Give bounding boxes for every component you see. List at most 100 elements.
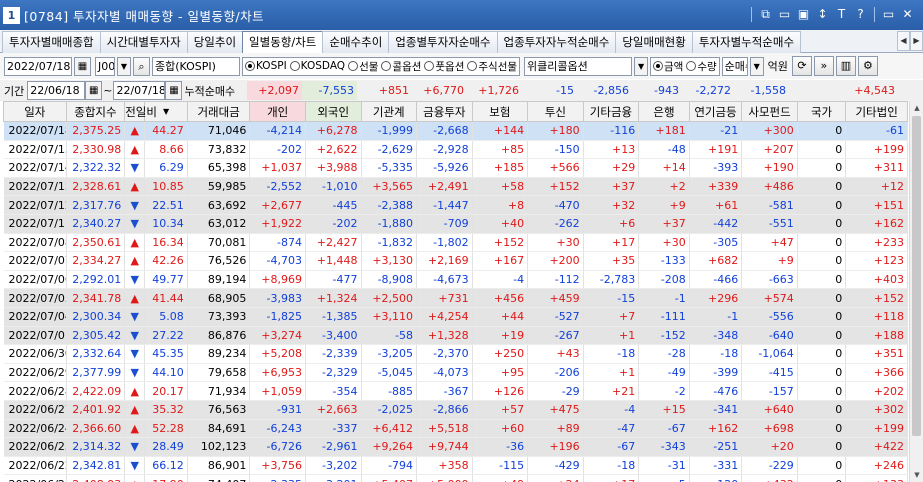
market-radio[interactable]: 풋옵션 [424, 59, 464, 74]
radio-button-icon[interactable] [348, 61, 359, 71]
header-other-financial[interactable]: 기타금융 [582, 101, 640, 122]
chevron-down-icon[interactable]: ▼ [749, 56, 764, 76]
tab-4[interactable]: 일별동향/차트 [242, 31, 324, 54]
radio-button-icon[interactable] [653, 61, 664, 71]
tab-2[interactable]: 시간대별투자자 [99, 31, 188, 53]
radio-button-icon[interactable] [686, 61, 697, 71]
tab-5[interactable]: 순매수추이 [322, 31, 390, 53]
tab-7[interactable]: 업종투자자누적순매수 [496, 31, 617, 53]
table-row[interactable]: 2022/07/12 2,317.76 ▼ 22.51 63,692 +2,677 -445… [3, 195, 908, 215]
header-financial-investment[interactable]: 금융투자 [416, 101, 473, 122]
market-radio[interactable]: KOSPI [245, 60, 287, 72]
chevron-down-icon[interactable]: ▼ [634, 56, 649, 76]
header-foreign[interactable]: 외국인 [304, 101, 362, 122]
header-private-fund[interactable]: 사모펀드 [741, 101, 798, 122]
table-row[interactable]: 2022/07/11 2,340.27 ▼ 10.34 63,012 +1,922 -202… [3, 214, 908, 234]
tab-scroll-right-icon[interactable]: ▶ [910, 31, 923, 51]
mode-select[interactable]: 순매수 [721, 56, 748, 76]
table-row[interactable]: 2022/06/30 2,332.64 ▼ 45.35 89,234 +5,208 -2,3… [3, 344, 908, 364]
table-row[interactable]: 2022/07/13 2,328.61 ▲ 10.85 59,985 -2,552 -1,0… [3, 177, 908, 197]
chevron-down-icon[interactable]: ▼ [117, 56, 131, 76]
font-size-icon[interactable]: T [834, 7, 849, 22]
table-row[interactable]: 2022/07/07 2,334.27 ▲ 42.26 76,526 -4,703 +1,4… [3, 251, 908, 271]
table-row[interactable]: 2022/06/22 2,342.81 ▼ 66.12 86,901 +3,756 -3,2… [3, 456, 908, 476]
radio-button-icon[interactable] [381, 61, 392, 71]
table-cell-change-value: 27.22 [144, 326, 188, 346]
header-other-corporation[interactable]: 기타법인 [845, 101, 908, 122]
window-minimize-icon[interactable]: ▭ [777, 7, 792, 22]
table-row[interactable]: 2022/07/14 2,322.32 ▼ 6.29 65,398 +1,037 +3,98… [3, 158, 908, 178]
header-individual[interactable]: 개인 [249, 101, 306, 122]
investor-daily-table[interactable]: 일자 종합지수 전일비 ▼ 거래대금 개인 외국인 기관계 금융투자 보험 투신 기타금융 은행 연기금등… [3, 101, 908, 482]
table-row[interactable]: 2022/06/28 2,422.09 ▲ 20.17 71,934 +1,059 -354… [3, 381, 908, 401]
unit-radio[interactable]: 수량 [686, 59, 717, 74]
refresh-icon[interactable]: ⟳ [791, 56, 812, 76]
radio-button-icon[interactable] [289, 61, 300, 71]
table-row[interactable]: 2022/07/06 2,292.01 ▼ 49.77 89,194 +8,969 -477… [3, 270, 908, 290]
table-cell-trade-value: 63,012 [187, 214, 251, 234]
table-row[interactable]: 2022/06/23 2,314.32 ▼ 28.49 102,123 -6,726 -2,… [3, 437, 908, 457]
header-pension[interactable]: 연기금등 [688, 101, 743, 122]
header-institution[interactable]: 기관계 [360, 101, 418, 122]
table-row[interactable]: 2022/07/15 2,330.98 ▲ 8.66 73,832 -202 +2,622-… [3, 140, 908, 160]
table-cell-institution: +3,110 [361, 307, 418, 327]
calendar-icon[interactable]: ▦ [74, 56, 91, 76]
window-tile-icon[interactable]: ⧉ [758, 7, 773, 22]
close-icon[interactable]: ✕ [900, 7, 915, 22]
table-cell-trade-value: 59,985 [187, 177, 251, 197]
scroll-down-icon[interactable]: ▼ [910, 468, 923, 482]
search-icon[interactable]: ⌕ [133, 56, 150, 76]
calendar-icon[interactable]: ▦ [85, 81, 103, 100]
market-radio[interactable]: 선물 [348, 59, 378, 74]
tab-8[interactable]: 당일매매현황 [615, 31, 693, 53]
header-composite-index[interactable]: 종합지수 [65, 101, 126, 122]
radio-button-icon[interactable] [245, 61, 255, 71]
header-insurance[interactable]: 보험 [471, 101, 529, 122]
market-radio[interactable]: KOSDAQ [289, 60, 345, 72]
tab-scroll-left-icon[interactable]: ◀ [897, 31, 910, 51]
tab-1[interactable]: 투자자별매매종합 [2, 31, 101, 53]
next-page-icon[interactable]: » [813, 56, 834, 76]
header-bank[interactable]: 은행 [638, 101, 690, 122]
header-government[interactable]: 국가 [796, 101, 847, 122]
table-row[interactable]: 2022/06/27 2,401.92 ▲ 35.32 76,563 -931 +2,663… [3, 400, 908, 420]
table-row[interactable]: 2022/07/05 2,341.78 ▲ 41.44 68,905 -3,983 +1,3… [3, 288, 908, 308]
table-row[interactable]: 2022/06/29 2,377.99 ▼ 44.10 79,658 +6,953 -2,3… [3, 363, 908, 383]
header-trade-value[interactable]: 거래대금 [186, 101, 251, 122]
tab-6[interactable]: 업종별투자자순매수 [388, 31, 498, 53]
start-date-input[interactable]: 22/06/18 [27, 81, 86, 100]
scrollbar-thumb[interactable] [912, 116, 921, 436]
table-row[interactable]: 2022/07/18 2,375.25 ▲ 44.27 71,046 -4,214 +6,2… [3, 121, 908, 141]
market-radio[interactable]: 콜옵션 [381, 59, 421, 74]
window-maximize-icon[interactable]: ▣ [796, 7, 811, 22]
calendar-icon[interactable]: ▦ [165, 81, 183, 100]
gear-icon[interactable]: ⚙ [857, 56, 878, 76]
option-select[interactable]: 위클리콜옵션 [524, 56, 633, 76]
table-row[interactable]: 2022/07/04 2,300.34 ▼ 5.08 73,393 -1,825 -1,38… [3, 307, 908, 327]
radio-button-icon[interactable] [424, 61, 435, 71]
header-date[interactable]: 일자 [3, 101, 67, 122]
radio-button-icon[interactable] [467, 61, 478, 71]
header-investment-trust[interactable]: 투신 [527, 101, 584, 122]
tab-3[interactable]: 당일추이 [186, 31, 244, 53]
table-row[interactable]: 2022/06/212,408.93▲17.9074,407-2,335-3,2… [3, 474, 908, 482]
market-code-input[interactable]: J001 [95, 56, 115, 76]
table-row[interactable]: 2022/07/01 2,305.42 ▼ 27.22 86,876 +3,274 -3,4… [3, 326, 908, 346]
window-restore-icon[interactable]: ▭ [881, 7, 896, 22]
market-radio[interactable]: 주식선물 [467, 59, 517, 74]
up-arrow-icon: ▲ [124, 140, 146, 160]
unit-radio[interactable]: 금액 [653, 59, 683, 74]
help-icon[interactable]: ? [853, 7, 868, 22]
table-row[interactable]: 2022/07/08 2,350.61 ▲ 16.34 70,081 -874 +2,427… [3, 233, 908, 253]
header-change[interactable]: 전일비 [124, 101, 157, 122]
window-resize-icon[interactable]: ↕ [815, 7, 830, 22]
chart-icon[interactable]: ▥ [835, 56, 856, 76]
table-row[interactable]: 2022/06/24 2,366.60 ▲ 52.28 84,691 -6,243 -337… [3, 419, 908, 439]
table-cell-date: 2022/07/04 [3, 307, 67, 327]
window-title-bar[interactable]: 1 [0784] 투자자별 매매동향 - 일별동향/차트 ⧉ ▭ ▣ ↕ T? ▭ ✕ [0, 0, 923, 30]
date-input[interactable]: 2022/07/18 [4, 56, 72, 76]
end-date-input[interactable]: 22/07/18 [113, 81, 166, 100]
scroll-up-icon[interactable]: ▲ [910, 101, 923, 115]
tab-9[interactable]: 투자자별누적순매수 [691, 31, 802, 53]
vertical-scrollbar[interactable]: ▲ ▼ [909, 101, 923, 482]
